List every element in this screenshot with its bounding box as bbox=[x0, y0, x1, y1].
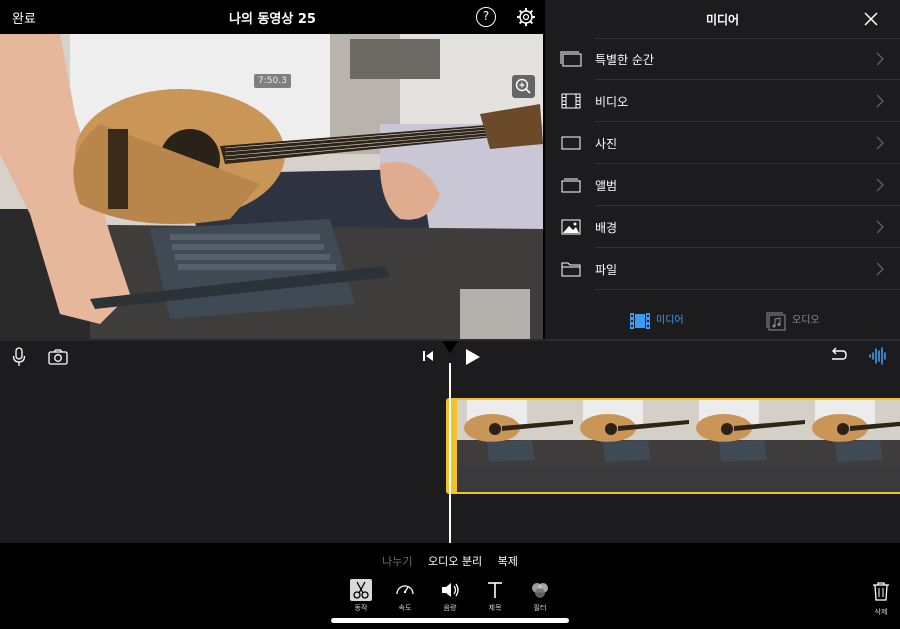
media-tab-bar: 미디어 오디오 bbox=[545, 307, 900, 335]
gear-icon[interactable] bbox=[516, 7, 536, 27]
microphone-icon[interactable] bbox=[12, 347, 26, 367]
tool-titles[interactable]: 제목 bbox=[482, 579, 508, 613]
media-item-photos[interactable]: 사진 bbox=[545, 122, 900, 164]
music-note-icon bbox=[766, 312, 786, 331]
folder-icon bbox=[561, 262, 581, 277]
zoom-icon bbox=[515, 78, 531, 94]
project-title: 나의 동영상 25 bbox=[229, 12, 316, 27]
editing-tools: 동작 속도 음량 제목 필터 bbox=[344, 579, 564, 619]
top-bar: 완료 나의 동영상 25 ? bbox=[0, 0, 545, 34]
background-icon bbox=[561, 219, 581, 235]
clip-thumbnail bbox=[805, 400, 900, 466]
tool-volume-label: 음량 bbox=[443, 604, 457, 612]
tool-filters[interactable]: 필터 bbox=[527, 579, 553, 613]
duplicate-button[interactable]: 복제 bbox=[498, 555, 518, 568]
help-icon: ? bbox=[482, 9, 490, 23]
bottom-toolbar: 나누기 오디오 분리 복제 동작 속도 음량 제목 필터 삭제 bbox=[0, 543, 900, 629]
chevron-right-icon bbox=[876, 220, 884, 234]
tool-actions[interactable]: 동작 bbox=[348, 579, 374, 613]
chevron-right-icon bbox=[876, 178, 884, 192]
album-icon bbox=[561, 178, 581, 193]
zoom-button[interactable] bbox=[512, 75, 535, 98]
tab-media-label: 미디어 bbox=[656, 315, 684, 326]
media-category-list: 특별한 순간 비디오 사진 앨범 배경 파일 bbox=[545, 38, 900, 290]
play-icon[interactable] bbox=[465, 348, 481, 366]
chevron-right-icon bbox=[876, 94, 884, 108]
audio-waveform-icon[interactable] bbox=[868, 346, 888, 366]
clip-thumbnails bbox=[457, 400, 900, 466]
delete-button[interactable]: 삭제 bbox=[870, 581, 892, 617]
delete-label: 삭제 bbox=[874, 608, 888, 616]
close-icon[interactable] bbox=[864, 12, 878, 26]
scissors-icon bbox=[350, 579, 372, 601]
film-icon bbox=[561, 93, 581, 109]
playhead-notch bbox=[442, 341, 458, 353]
video-clip[interactable] bbox=[446, 398, 900, 494]
detach-audio-button[interactable]: 오디오 분리 bbox=[428, 555, 482, 568]
undo-icon[interactable] bbox=[829, 347, 847, 365]
help-button[interactable]: ? bbox=[476, 7, 496, 27]
media-item-label: 앨범 bbox=[595, 179, 618, 193]
media-item-video[interactable]: 비디오 bbox=[545, 80, 900, 122]
chevron-right-icon bbox=[876, 136, 884, 150]
filters-icon bbox=[532, 583, 548, 598]
panel-title: 미디어 bbox=[705, 13, 740, 27]
clip-actions: 나누기 오디오 분리 복제 bbox=[0, 553, 900, 569]
media-browser-panel: 미디어 특별한 순간 비디오 사진 앨범 배경 파일 미디어 오디오 bbox=[545, 0, 900, 339]
tab-audio-label: 오디오 bbox=[792, 315, 820, 326]
skip-to-start-icon[interactable] bbox=[421, 349, 435, 363]
clip-audio-track bbox=[457, 466, 900, 492]
photo-icon bbox=[561, 136, 581, 150]
tool-filters-label: 필터 bbox=[533, 604, 547, 612]
camera-icon[interactable] bbox=[48, 349, 68, 365]
clip-thumbnail bbox=[689, 400, 805, 466]
media-item-label: 파일 bbox=[595, 263, 618, 277]
tool-titles-label: 제목 bbox=[488, 604, 502, 612]
media-item-label: 비디오 bbox=[595, 95, 629, 109]
tool-volume[interactable]: 음량 bbox=[437, 579, 463, 613]
video-preview[interactable]: 7:50.3 bbox=[0, 34, 543, 339]
split-button[interactable]: 나누기 bbox=[382, 555, 412, 568]
media-item-files[interactable]: 파일 bbox=[545, 248, 900, 290]
timeline[interactable] bbox=[0, 341, 900, 543]
text-icon bbox=[488, 582, 502, 598]
media-item-backgrounds[interactable]: 배경 bbox=[545, 206, 900, 248]
home-indicator[interactable] bbox=[331, 618, 569, 623]
media-item-label: 배경 bbox=[595, 221, 618, 235]
timecode-badge: 7:50.3 bbox=[254, 74, 291, 88]
film-icon bbox=[630, 313, 650, 329]
playhead[interactable] bbox=[449, 363, 451, 543]
media-item-moments[interactable]: 특별한 순간 bbox=[545, 38, 900, 80]
media-item-label: 사진 bbox=[595, 137, 618, 151]
media-item-albums[interactable]: 앨범 bbox=[545, 164, 900, 206]
tool-speed-label: 속도 bbox=[398, 604, 412, 612]
moments-icon bbox=[560, 51, 582, 67]
speaker-icon bbox=[442, 583, 459, 597]
tab-media[interactable]: 미디어 bbox=[629, 310, 699, 332]
tab-audio[interactable]: 오디오 bbox=[765, 310, 835, 332]
trash-icon bbox=[873, 582, 889, 601]
tool-actions-label: 동작 bbox=[354, 604, 368, 612]
chevron-right-icon bbox=[876, 262, 884, 276]
clip-thumbnail bbox=[573, 400, 689, 466]
speedometer-icon bbox=[396, 585, 414, 595]
chevron-right-icon bbox=[876, 52, 884, 66]
media-item-label: 특별한 순간 bbox=[595, 53, 655, 67]
tool-speed[interactable]: 속도 bbox=[392, 579, 418, 613]
clip-thumbnail bbox=[457, 400, 573, 466]
